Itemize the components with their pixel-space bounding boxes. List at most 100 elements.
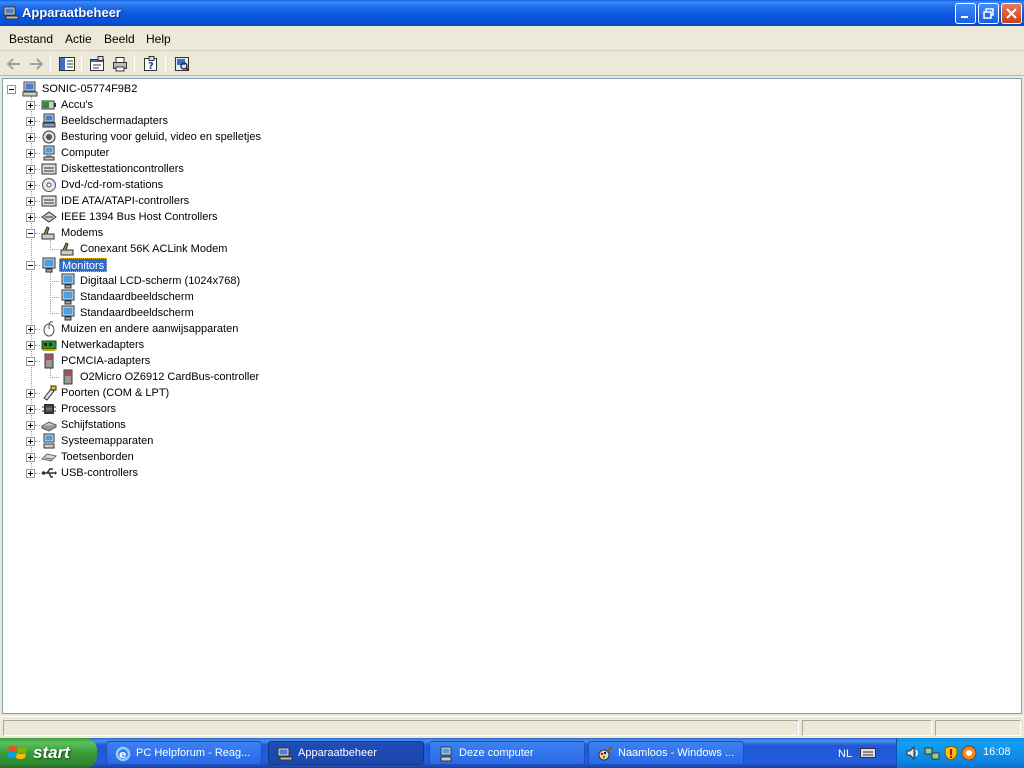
tree-category[interactable]: Diskettestationcontrollers (3, 161, 403, 177)
tree-device[interactable]: Conexant 56K ACLink Modem (3, 241, 403, 257)
expand-toggle[interactable] (26, 325, 35, 334)
device-manager-icon (3, 6, 19, 20)
expand-toggle[interactable] (26, 101, 35, 110)
show-hide-console-tree-button[interactable] (57, 54, 77, 74)
tree-device[interactable]: Standaardbeeldscherm (3, 289, 403, 305)
pcmcia-device-icon (63, 369, 73, 385)
menu-beeld[interactable]: Beeld (104, 32, 135, 46)
tree-category-label: Besturing voor geluid, video en spelletj… (61, 131, 261, 143)
tree-device[interactable]: Digitaal LCD-scherm (1024x768) (3, 273, 403, 289)
expand-toggle[interactable] (26, 341, 35, 350)
help-button[interactable]: ? (141, 54, 161, 74)
scan-hardware-icon (175, 57, 190, 72)
device-tree[interactable]: SONIC-05774F9B2 Accu's Beeldschermadapter… (2, 78, 1022, 714)
tree-category[interactable]: Muizen en andere aanwijsapparaten (3, 321, 403, 337)
tree-category[interactable]: Accu's (3, 97, 403, 113)
expand-toggle[interactable] (26, 437, 35, 446)
collapse-toggle[interactable] (26, 357, 35, 366)
expand-toggle[interactable] (26, 149, 35, 158)
close-button[interactable] (1001, 3, 1022, 24)
tree-category[interactable]: Toetsenborden (3, 449, 403, 465)
maximize-button[interactable] (978, 3, 999, 24)
network-connection-icon[interactable] (924, 745, 940, 761)
security-shield-icon[interactable] (943, 745, 959, 761)
scan-hardware-button[interactable] (172, 54, 192, 74)
tree-category[interactable]: IEEE 1394 Bus Host Controllers (3, 209, 403, 225)
cdrom-icon (42, 178, 56, 192)
tree-category-label: Processors (61, 403, 117, 415)
expand-toggle[interactable] (26, 421, 35, 430)
title-bar[interactable]: Apparaatbeheer (0, 0, 1024, 26)
tree-device-label: Conexant 56K ACLink Modem (80, 243, 228, 255)
close-icon (1006, 8, 1017, 19)
clock[interactable]: 16:08 (983, 746, 1011, 758)
expand-toggle[interactable] (26, 469, 35, 478)
keyboard-layout-icon[interactable] (860, 747, 876, 759)
expand-toggle[interactable] (26, 197, 35, 206)
minimize-button[interactable] (955, 3, 976, 24)
tree-category-label: Muizen en andere aanwijsapparaten (61, 323, 239, 335)
tree-category[interactable]: Systeemapparaten (3, 433, 403, 449)
tree-category[interactable]: Schijfstations (3, 417, 403, 433)
tree-category[interactable]: Computer (3, 145, 403, 161)
volume-icon[interactable] (905, 745, 921, 761)
taskbar-button[interactable]: Apparaatbeheer (268, 741, 424, 765)
properties-button[interactable] (87, 54, 107, 74)
tree-device-label: O2Micro OZ6912 CardBus-controller (80, 371, 260, 383)
expand-toggle[interactable] (26, 453, 35, 462)
start-button[interactable]: start (0, 738, 97, 768)
tree-category-label: Diskettestationcontrollers (61, 163, 184, 175)
taskbar-button[interactable]: Deze computer (429, 741, 585, 765)
tree-category[interactable]: Poorten (COM & LPT) (3, 385, 403, 401)
expand-toggle[interactable] (26, 165, 35, 174)
tree-device[interactable]: O2Micro OZ6912 CardBus-controller (3, 369, 403, 385)
tree-root[interactable]: SONIC-05774F9B2 (3, 81, 303, 97)
tree-category-label: Computer (61, 147, 110, 159)
language-indicator[interactable]: NL (838, 748, 852, 760)
expand-toggle[interactable] (26, 389, 35, 398)
mouse-icon (43, 321, 55, 337)
tree-category[interactable]: Netwerkadapters (3, 337, 403, 353)
tree-device-label: Standaardbeeldscherm (80, 307, 194, 319)
tree-category[interactable]: Dvd-/cd-rom-stations (3, 177, 403, 193)
expand-toggle[interactable] (26, 181, 35, 190)
disk-drive-icon (41, 421, 57, 432)
menu-actie[interactable]: Actie (65, 32, 92, 46)
properties-icon (90, 56, 104, 71)
antivirus-icon[interactable] (961, 745, 977, 761)
expand-toggle[interactable] (26, 405, 35, 414)
taskbar-button-label: Deze computer (459, 747, 534, 759)
menu-help[interactable]: Help (146, 32, 171, 46)
print-button[interactable] (110, 54, 130, 74)
toolbar: ? (0, 51, 1024, 76)
collapse-toggle[interactable] (26, 261, 35, 270)
tree-device[interactable]: Standaardbeeldscherm (3, 305, 403, 321)
tree-category[interactable]: IDE ATA/ATAPI-controllers (3, 193, 403, 209)
taskbar-button-label: Naamloos - Windows ... (618, 747, 735, 759)
tree-category-label: Modems (61, 227, 104, 239)
expand-toggle[interactable] (26, 117, 35, 126)
collapse-toggle[interactable] (26, 229, 35, 238)
expand-toggle[interactable] (26, 133, 35, 142)
tree-category[interactable]: Modems (3, 225, 403, 241)
device-manager-icon (277, 747, 293, 761)
tree-category[interactable]: Beeldschermadapters (3, 113, 403, 129)
tree-category[interactable]: USB-controllers (3, 465, 403, 481)
menu-bestand[interactable]: Bestand (9, 32, 53, 46)
taskbar-button[interactable]: e PC Helpforum - Reag... (106, 741, 262, 765)
computer-icon (43, 145, 55, 161)
tree-category-label: Netwerkadapters (61, 339, 145, 351)
collapse-toggle[interactable] (7, 85, 16, 94)
tree-category-label: Poorten (COM & LPT) (61, 387, 170, 399)
forward-button[interactable] (26, 54, 46, 74)
tree-category[interactable]: PCMCIA-adapters (3, 353, 403, 369)
port-icon (43, 385, 57, 401)
expand-toggle[interactable] (26, 213, 35, 222)
tree-category[interactable]: Besturing voor geluid, video en spelletj… (3, 129, 403, 145)
tree-category[interactable]: Processors (3, 401, 403, 417)
back-arrow-icon (7, 58, 20, 70)
tree-category[interactable]: Monitors (3, 257, 403, 273)
back-button[interactable] (4, 54, 24, 74)
monitor-device-icon (61, 273, 75, 289)
taskbar-button[interactable]: Naamloos - Windows ... (588, 741, 744, 765)
